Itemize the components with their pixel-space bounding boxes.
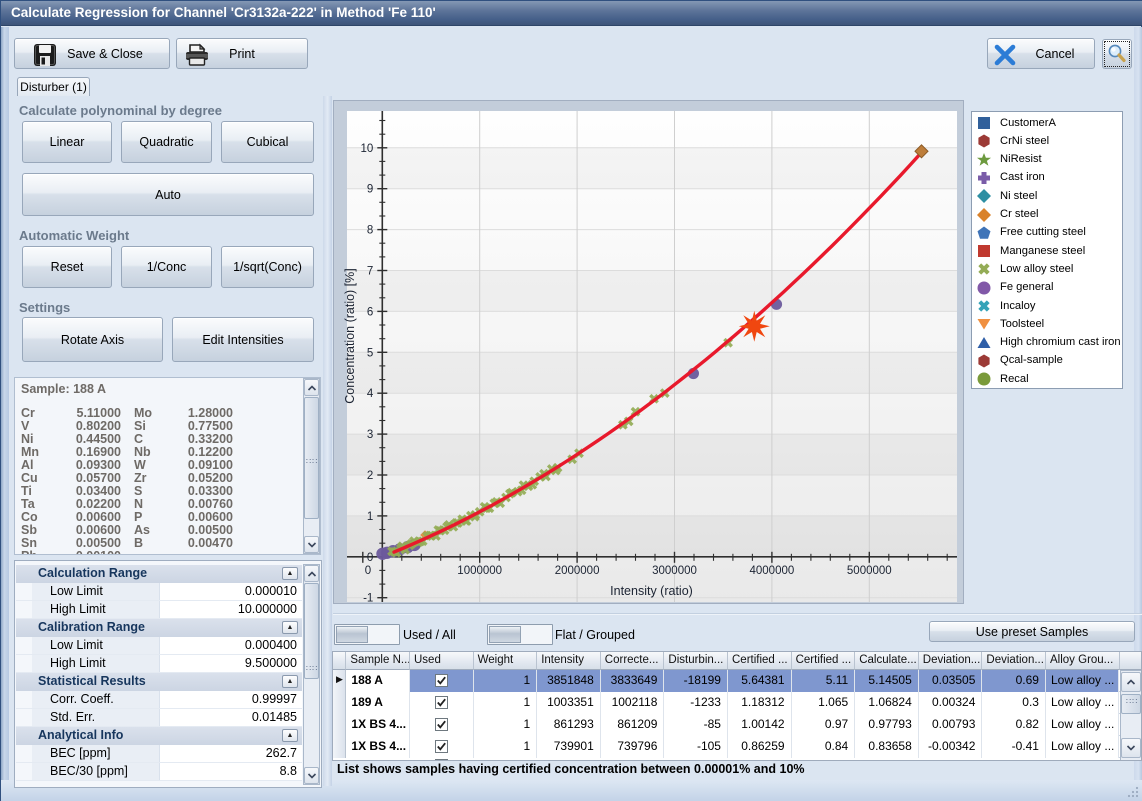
svg-text:7: 7: [367, 266, 373, 278]
svg-text:1: 1: [367, 511, 373, 523]
svg-text:2000000: 2000000: [555, 565, 600, 577]
svg-text:4000000: 4000000: [750, 565, 795, 577]
svg-text:2: 2: [367, 470, 373, 482]
svg-text:10: 10: [361, 143, 374, 155]
svg-text:Intensity (ratio): Intensity (ratio): [610, 584, 693, 598]
svg-text:0: 0: [367, 552, 373, 564]
svg-text:8: 8: [367, 225, 373, 237]
svg-text:3000000: 3000000: [652, 565, 697, 577]
svg-text:3: 3: [367, 429, 373, 441]
svg-text:0: 0: [365, 565, 371, 577]
svg-text:1000000: 1000000: [457, 565, 502, 577]
svg-text:5000000: 5000000: [847, 565, 892, 577]
svg-text:4: 4: [367, 388, 374, 400]
svg-text:Concentration (ratio) [%]: Concentration (ratio) [%]: [343, 268, 357, 403]
svg-text:-1: -1: [363, 593, 373, 604]
svg-text:5: 5: [367, 347, 373, 359]
svg-text:9: 9: [367, 184, 373, 196]
svg-text:6: 6: [367, 306, 373, 318]
